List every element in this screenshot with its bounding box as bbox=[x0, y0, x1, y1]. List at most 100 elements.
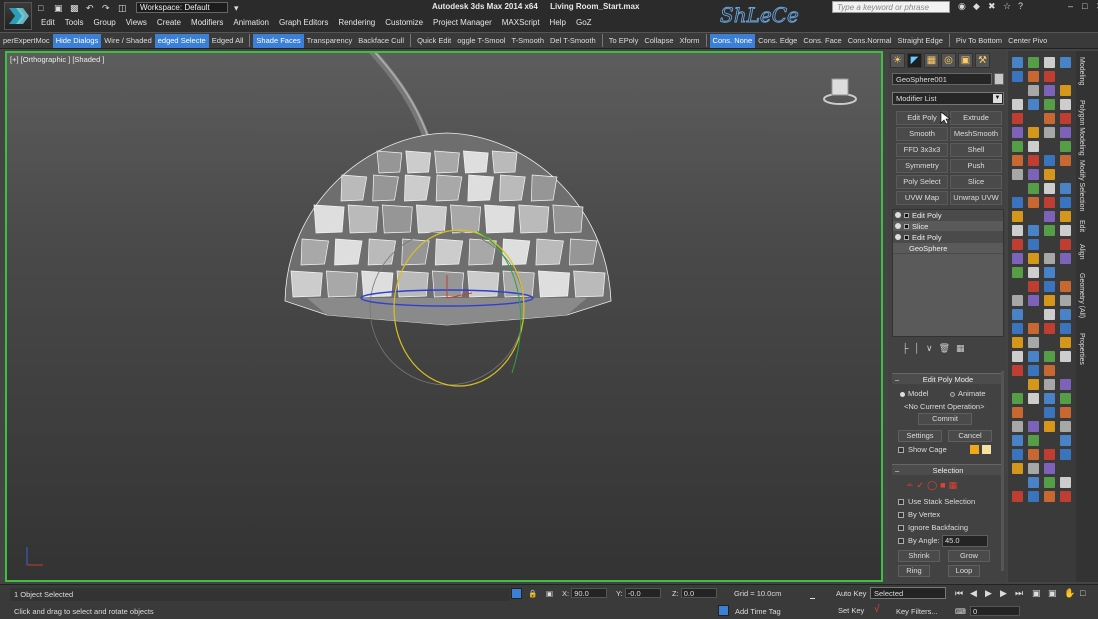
viewport-orthographic[interactable]: [+] [Orthographic ] [Shaded ] bbox=[5, 51, 883, 582]
tool-icon[interactable] bbox=[1060, 379, 1071, 390]
go-to-start-icon[interactable]: ⏮ bbox=[955, 588, 963, 599]
ribbon-button-cons-none[interactable]: Cons. None bbox=[709, 33, 756, 48]
tool-icon[interactable] bbox=[1028, 337, 1039, 348]
menu-edit[interactable]: Edit bbox=[36, 17, 60, 29]
infocenter-search[interactable]: Type a keyword or phrase bbox=[832, 1, 950, 13]
tool-icon[interactable] bbox=[1044, 267, 1055, 278]
ribbon-button-center-pivo[interactable]: Center Pivo bbox=[1005, 34, 1050, 48]
menu-help[interactable]: Help bbox=[545, 17, 571, 29]
tool-icon[interactable] bbox=[1044, 183, 1055, 194]
ribbon-button-quick-edit[interactable]: Quick Edit bbox=[414, 34, 454, 48]
tool-icon[interactable] bbox=[1060, 323, 1071, 334]
remove-modifier-icon[interactable]: 🗑 bbox=[939, 343, 950, 354]
tool-icon[interactable] bbox=[1044, 309, 1055, 320]
ribbon-button-shade-faces[interactable]: Shade Faces bbox=[253, 33, 304, 48]
tool-icon[interactable] bbox=[1044, 155, 1055, 166]
tool-icon[interactable] bbox=[1012, 365, 1023, 376]
polygon-level-icon[interactable]: ■ bbox=[940, 480, 945, 491]
tool-icon[interactable] bbox=[1028, 421, 1039, 432]
tool-icon[interactable] bbox=[1012, 113, 1023, 124]
tool-icon[interactable] bbox=[1060, 449, 1071, 460]
tool-icon[interactable] bbox=[1060, 57, 1071, 68]
modifier-button-slice[interactable]: Slice bbox=[950, 175, 1002, 189]
loop-button[interactable]: Loop bbox=[948, 565, 980, 577]
menu-maxscript[interactable]: MAXScript bbox=[497, 17, 545, 29]
tool-icon[interactable] bbox=[1044, 253, 1055, 264]
side-tab-geometry-all-[interactable]: Geometry (All) bbox=[1078, 273, 1085, 318]
tool-icon[interactable] bbox=[1044, 225, 1055, 236]
tool-icon[interactable] bbox=[1044, 57, 1055, 68]
tool-icon[interactable] bbox=[1044, 393, 1055, 404]
object-name-field[interactable]: GeoSphere001 bbox=[892, 73, 992, 85]
tool-icon[interactable] bbox=[1028, 99, 1039, 110]
tool-icon[interactable] bbox=[1028, 267, 1039, 278]
tool-icon[interactable] bbox=[1060, 225, 1071, 236]
redo-icon[interactable]: ↷ bbox=[102, 3, 112, 13]
add-time-tag[interactable]: Add Time Tag bbox=[735, 606, 781, 617]
tool-icon[interactable] bbox=[1012, 197, 1023, 208]
ribbon-button-oggle-t-smool[interactable]: oggle T-Smool bbox=[454, 34, 508, 48]
modifier-button-symmetry[interactable]: Symmetry bbox=[896, 159, 948, 173]
use-stack-selection-checkbox[interactable] bbox=[898, 499, 904, 505]
tool-icon[interactable] bbox=[1044, 365, 1055, 376]
ribbon-button-xform[interactable]: Xform bbox=[677, 34, 703, 48]
bulb-toggle-icon[interactable] bbox=[895, 234, 901, 240]
tool-icon[interactable] bbox=[1012, 463, 1023, 474]
lock-selection-icon[interactable]: 🔒 bbox=[528, 588, 537, 599]
by-angle-spinner[interactable]: 45.0 bbox=[942, 535, 988, 547]
help-icon[interactable]: ? bbox=[1018, 1, 1028, 11]
menu-animation[interactable]: Animation bbox=[228, 17, 274, 29]
ribbon-button-backface-cull[interactable]: Backface Cull bbox=[355, 34, 407, 48]
menu-customize[interactable]: Customize bbox=[380, 17, 428, 29]
ribbon-button-hide-dialogs[interactable]: Hide Dialogs bbox=[52, 33, 102, 48]
tool-icon[interactable] bbox=[1060, 309, 1071, 320]
tool-icon[interactable] bbox=[1044, 323, 1055, 334]
open-file-icon[interactable]: ▣ bbox=[54, 3, 64, 13]
menu-project-manager[interactable]: Project Manager bbox=[428, 17, 497, 29]
tool-icon[interactable] bbox=[1044, 281, 1055, 292]
tool-icon[interactable] bbox=[1012, 127, 1023, 138]
side-tab-polygon-modeling[interactable]: Polygon Modeling bbox=[1078, 100, 1085, 156]
key-mode-dropdown[interactable]: Selected bbox=[870, 587, 946, 599]
by-angle-checkbox[interactable] bbox=[898, 538, 904, 544]
tool-icon[interactable] bbox=[1012, 491, 1023, 502]
tool-icon[interactable] bbox=[1028, 127, 1039, 138]
tool-icon[interactable] bbox=[1060, 141, 1071, 152]
current-frame-field[interactable]: 0 bbox=[970, 606, 1020, 616]
tool-icon[interactable] bbox=[1044, 477, 1055, 488]
stack-item[interactable]: Edit Poly bbox=[893, 210, 1003, 221]
modifier-button-extrude[interactable]: Extrude bbox=[950, 111, 1002, 125]
tool-icon[interactable] bbox=[1044, 407, 1055, 418]
tool-icon[interactable] bbox=[1044, 351, 1055, 362]
tool-icon[interactable] bbox=[1028, 281, 1039, 292]
model-radio[interactable]: Model bbox=[900, 389, 928, 398]
ribbon-button-del-t-smooth[interactable]: Del T-Smooth bbox=[547, 34, 599, 48]
menu-group[interactable]: Group bbox=[88, 17, 120, 29]
create-tab-icon[interactable]: ☀ bbox=[890, 53, 905, 68]
tool-icon[interactable] bbox=[1060, 127, 1071, 138]
tool-icon[interactable] bbox=[1044, 449, 1055, 460]
tool-icon[interactable] bbox=[1044, 85, 1055, 96]
project-folder-icon[interactable]: ◫ bbox=[118, 3, 128, 13]
tool-icon[interactable] bbox=[1028, 169, 1039, 180]
grow-button[interactable]: Grow bbox=[948, 550, 990, 562]
tool-icon[interactable] bbox=[1044, 211, 1055, 222]
communication-icon[interactable]: ✖ bbox=[988, 1, 998, 11]
tool-icon[interactable] bbox=[1060, 99, 1071, 110]
show-cage-checkbox[interactable] bbox=[898, 447, 904, 453]
set-key-icon[interactable]: √ bbox=[874, 604, 880, 615]
tool-icon[interactable] bbox=[1044, 379, 1055, 390]
undo-icon[interactable]: ↶ bbox=[86, 3, 96, 13]
go-to-end-icon[interactable]: ⏭ bbox=[1015, 588, 1023, 599]
app-menu-button[interactable] bbox=[4, 2, 32, 30]
tool-icon[interactable] bbox=[1044, 491, 1055, 502]
tool-icon[interactable] bbox=[1028, 295, 1039, 306]
tool-icon[interactable] bbox=[1028, 351, 1039, 362]
tool-icon[interactable] bbox=[1044, 99, 1055, 110]
tool-icon[interactable] bbox=[1060, 295, 1071, 306]
cage-color-swatch[interactable] bbox=[970, 445, 979, 454]
modifier-button-ffd-3x3x3[interactable]: FFD 3x3x3 bbox=[896, 143, 948, 157]
stack-item[interactable]: GeoSphere bbox=[893, 243, 1003, 254]
pan-view-icon[interactable]: ✋ bbox=[1064, 588, 1075, 599]
tool-icon[interactable] bbox=[1028, 197, 1039, 208]
